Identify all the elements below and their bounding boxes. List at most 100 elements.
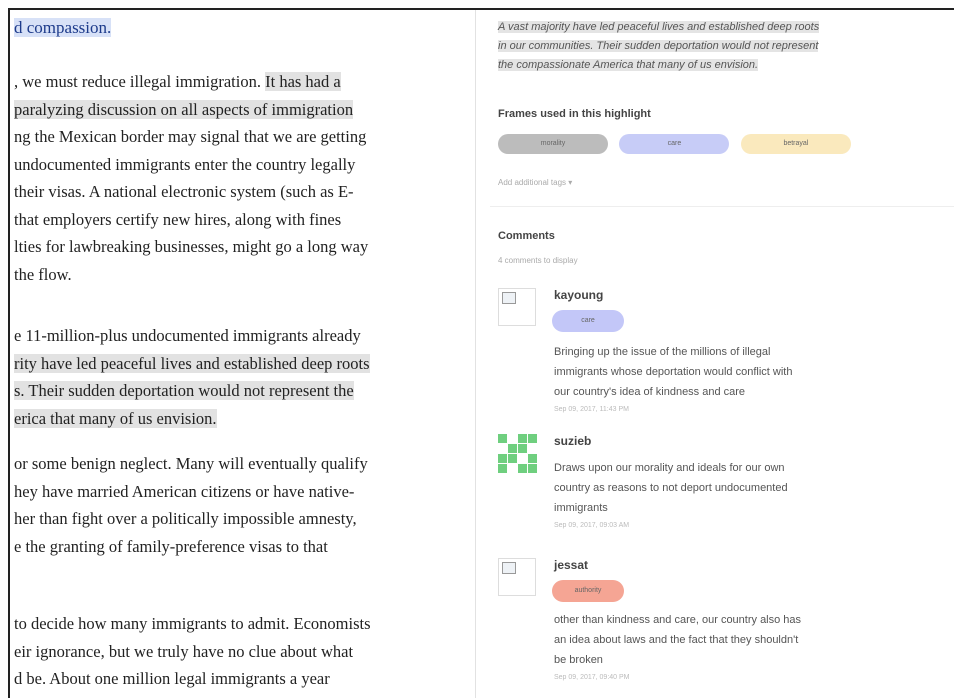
article-text: d be. About one million legal immigrants… [14,669,330,688]
highlighted-text[interactable]: It has had a [265,72,341,91]
comment-line: our country's idea of kindness and care [554,386,746,398]
article-line: her than fight over a politically imposs… [14,505,475,533]
comments-title: Comments [498,230,555,242]
identicon-cell [508,444,517,453]
identicon-cell [528,454,537,463]
article-line: lties for lawbreaking businesses, might … [14,233,475,261]
comment-frame-badge: authority [552,580,624,602]
comments-count: 4 comments to display [498,256,578,265]
article-line: e 11-million-plus undocumented immigrant… [14,322,475,350]
article-text: her than fight over a politically imposs… [14,509,357,528]
comment-line: immigrants whose deportation would confl… [554,366,793,378]
article-line: that employers certify new hires, along … [14,206,475,234]
broken-image-icon [502,562,516,574]
comment-line: country as reasons to not deport undocum… [554,482,788,494]
identicon-cell [498,444,507,453]
highlighted-text[interactable]: rity have led peaceful lives and establi… [14,353,370,373]
article-line: paralyzing discussion on all aspects of … [14,96,475,124]
article-text: e 11-million-plus undocumented immigrant… [14,326,361,345]
frame-tag-care[interactable]: care [619,134,730,154]
identicon-cell [498,464,507,473]
avatar [498,288,536,326]
comment-text: other than kindness and care, our countr… [554,610,914,670]
app-frame: d compassion. , we must reduce illegal i… [8,8,954,698]
article-paragraph: to decide how many immigrants to admit. … [14,610,475,693]
frames-title: Frames used in this highlight [498,108,651,120]
highlighted-text[interactable]: erica that many of us envision. [14,408,217,428]
article-text: the flow. [14,264,72,284]
article-text: to decide how many immigrants to admit. … [14,614,371,633]
article-line: e the granting of family-preference visa… [14,533,475,561]
comment-username[interactable]: jessat [554,558,588,572]
comment-text: Draws upon our morality and ideals for o… [554,458,914,518]
highlight-quote: A vast majority have led peaceful lives … [498,18,948,75]
article-paragraph: or some benign neglect. Many will eventu… [14,450,475,561]
identicon-cell [528,434,537,443]
identicon-cell [528,444,537,453]
comment-line: an idea about laws and the fact that the… [554,634,799,646]
article-line: hey have married American citizens or ha… [14,478,475,506]
identicon-cell [498,454,507,463]
identicon-cell [518,434,527,443]
heading-highlight[interactable]: d compassion. [14,18,112,37]
article-text: their visas. A national electronic syste… [14,182,354,201]
article-pane[interactable]: d compassion. , we must reduce illegal i… [10,10,476,698]
article-text: e the granting of family-preference visa… [14,536,328,556]
identicon-cell [498,434,507,443]
frame-tag-list: morality care betrayal [498,134,858,154]
identicon-cell [518,454,527,463]
comment-line: other than kindness and care, our countr… [554,614,802,626]
article-line: ng the Mexican border may signal that we… [14,123,475,151]
identicon-cell [508,454,517,463]
article-line: the flow. [14,261,475,289]
identicon-avatar [498,434,537,473]
comment-timestamp: Sep 09, 2017, 09:40 PM [554,674,630,681]
article-text: , we must reduce illegal immigration. [14,72,266,91]
highlighted-text[interactable]: s. Their sudden deportation would not re… [14,381,354,400]
article-paragraph: e 11-million-plus undocumented immigrant… [14,322,475,432]
comment-line: be broken [554,654,603,666]
article-line: undocumented immigrants enter the countr… [14,151,475,179]
article-line: eir ignorance, but we truly have no clue… [14,638,475,666]
article-text: ng the Mexican border may signal that we… [14,127,367,146]
annotation-panel: A vast majority have led peaceful lives … [490,10,954,698]
article-line: s. Their sudden deportation would not re… [14,377,475,405]
article-line: or some benign neglect. Many will eventu… [14,450,475,478]
article-text: or some benign neglect. Many will eventu… [14,454,368,473]
divider [490,206,954,207]
comment-text: Bringing up the issue of the millions of… [554,342,914,402]
quote-line: the compassionate America that many of u… [498,59,759,71]
highlighted-text[interactable]: paralyzing discussion on all aspects of … [14,99,354,119]
article-line: d be. About one million legal immigrants… [14,665,475,693]
article-text: eir ignorance, but we truly have no clue… [14,641,354,661]
comment-username[interactable]: suzieb [554,434,591,448]
quote-line: in our communities. Their sudden deporta… [498,40,819,52]
article-text: lties for lawbreaking businesses, might … [14,237,369,256]
identicon-cell [508,434,517,443]
identicon-cell [508,464,517,473]
comment-username[interactable]: kayoung [554,288,603,302]
comment-line: Draws upon our morality and ideals for o… [554,462,785,474]
frame-tag-morality[interactable]: morality [498,134,608,154]
article-paragraph: , we must reduce illegal immigration. It… [14,68,475,289]
article-line: rity have led peaceful lives and establi… [14,350,475,378]
article-text: undocumented immigrants enter the countr… [14,154,356,174]
quote-line: A vast majority have led peaceful lives … [498,21,820,33]
identicon-cell [518,444,527,453]
article-text: hey have married American citizens or ha… [14,481,355,501]
identicon-cell [528,464,537,473]
article-line: their visas. A national electronic syste… [14,178,475,206]
broken-image-icon [502,292,516,304]
comment-timestamp: Sep 09, 2017, 11:43 PM [554,406,629,413]
comment-frame-badge: care [552,310,624,332]
frame-tag-betrayal[interactable]: betrayal [740,134,851,154]
add-tags-link[interactable]: Add additional tags ▾ [498,178,572,187]
identicon-cell [518,464,527,473]
article-line: to decide how many immigrants to admit. … [14,610,475,638]
comment-line: immigrants [554,502,608,514]
article-line: , we must reduce illegal immigration. It… [14,68,475,96]
comment-line: Bringing up the issue of the millions of… [554,346,771,358]
article-text: that employers certify new hires, along … [14,209,342,229]
article-heading: d compassion. [14,18,112,38]
comment-timestamp: Sep 09, 2017, 09:03 AM [554,522,630,529]
